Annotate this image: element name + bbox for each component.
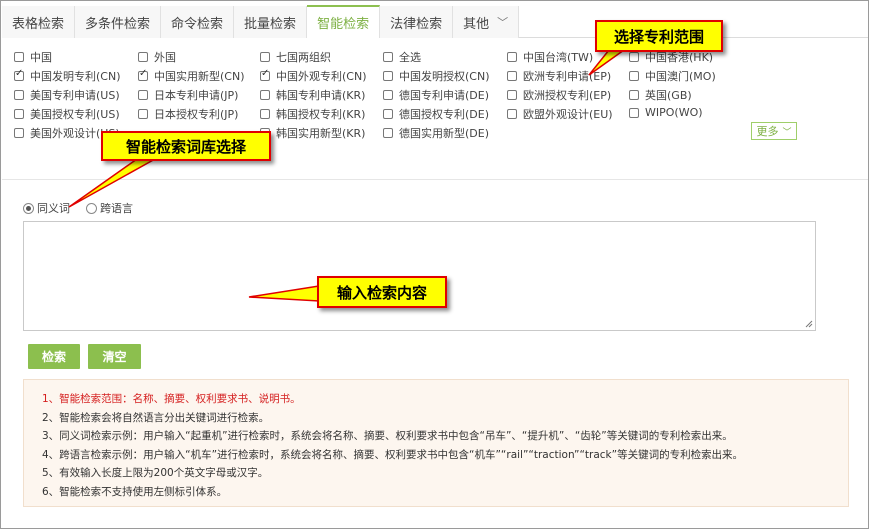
callout-input-content: 输入检索内容 [317,276,447,308]
callout-select-scope: 选择专利范围 [595,20,723,52]
callout-pointer-library [68,158,158,208]
window-frame: 表格检索 多条件检索 命令检索 批量检索 智能检索 法律检索 其他﹀ 中国中国发… [0,0,869,529]
callout-pointer-input [248,285,320,302]
callout-library-select: 智能检索词库选择 [101,131,271,161]
callout-text: 选择专利范围 [613,27,704,46]
callout-text: 智能检索词库选择 [125,137,246,156]
callout-text: 输入检索内容 [336,283,427,302]
callout-pointers [68,44,634,302]
